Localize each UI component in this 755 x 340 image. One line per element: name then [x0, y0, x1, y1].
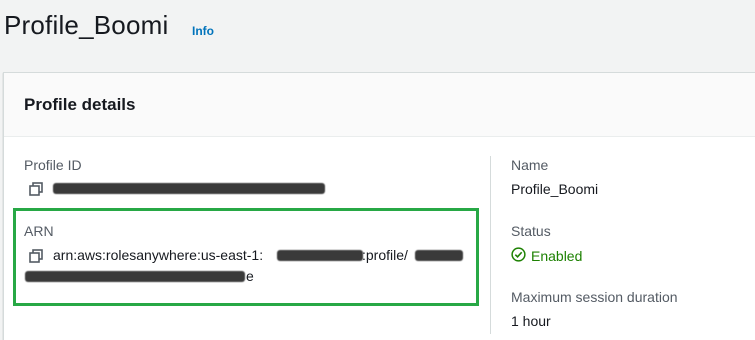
arn-suffix: e — [246, 268, 254, 284]
page-header: Profile_Boomi Info — [0, 0, 755, 72]
copy-icon[interactable] — [29, 249, 43, 263]
column-divider — [490, 156, 491, 334]
profile-id-label: Profile ID — [24, 157, 82, 173]
arn-prefix: arn:aws:rolesanywhere:us-east-1: — [53, 247, 264, 263]
panel-header: Profile details — [4, 73, 755, 137]
copy-icon[interactable] — [29, 182, 43, 196]
arn-middle: :profile/ — [362, 247, 408, 263]
name-label: Name — [511, 157, 549, 173]
status-value: Enabled — [531, 248, 583, 264]
max-session-value: 1 hour — [511, 313, 551, 329]
info-link[interactable]: Info — [192, 24, 214, 38]
max-session-label: Maximum session duration — [511, 289, 678, 305]
page-title: Profile_Boomi — [4, 10, 169, 40]
status-label: Status — [511, 223, 551, 239]
name-value: Profile_Boomi — [511, 181, 599, 197]
arn-profile-id-redacted-line2 — [25, 271, 245, 282]
arn-account-redacted — [277, 250, 363, 261]
arn-profile-id-redacted — [415, 250, 463, 261]
panel-title: Profile details — [24, 95, 136, 114]
arn-label: ARN — [24, 223, 54, 239]
check-circle-icon — [511, 247, 526, 262]
